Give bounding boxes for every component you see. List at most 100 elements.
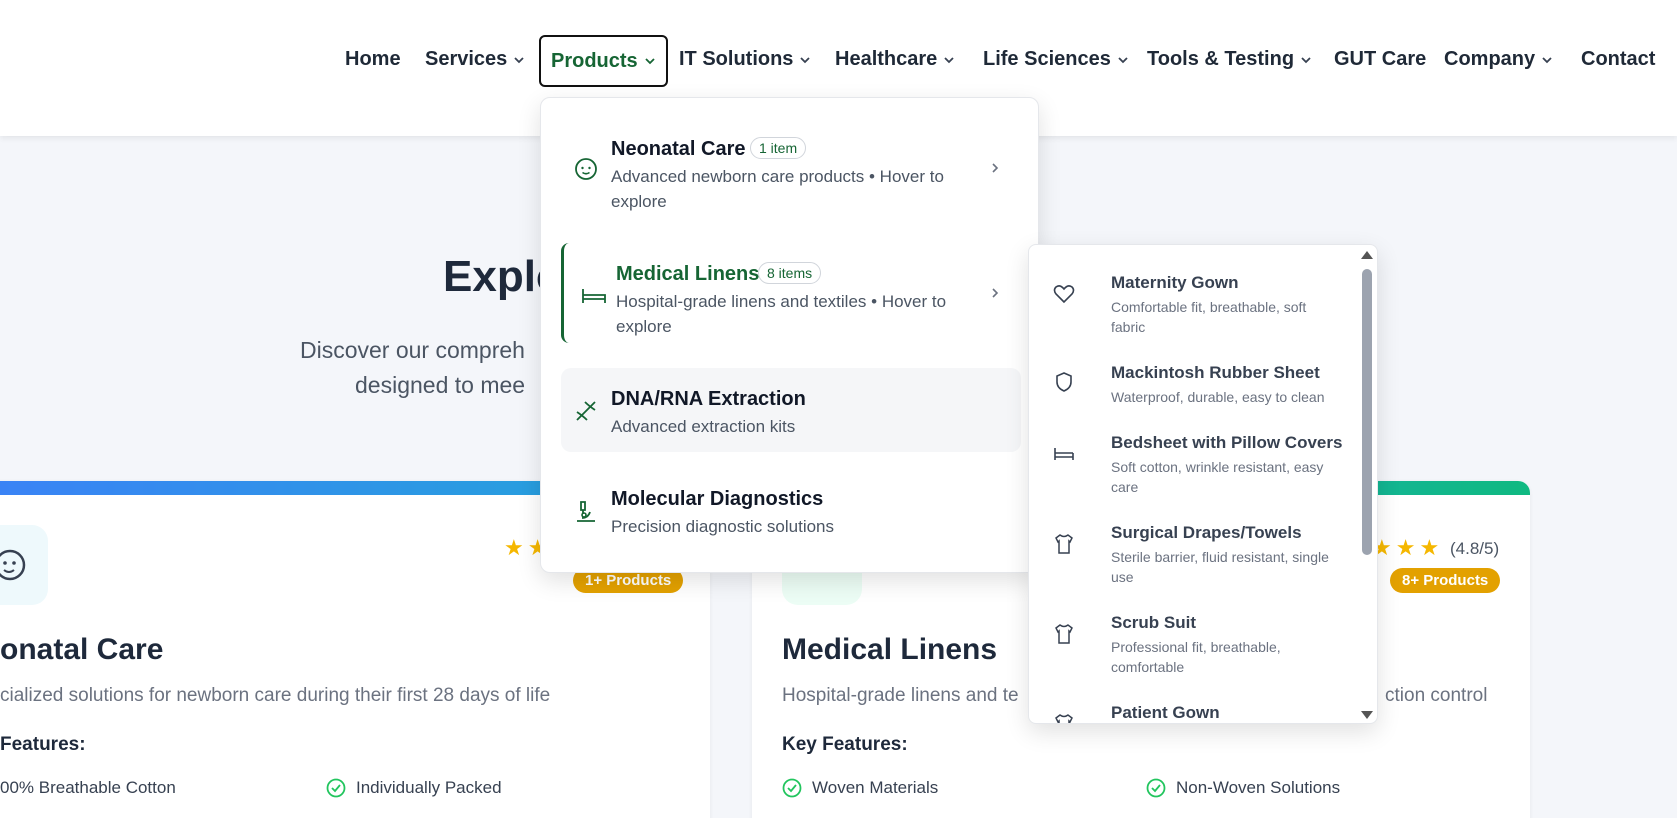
products-count-badge: 8+ Products	[1390, 568, 1501, 593]
card-title: onatal Care	[0, 633, 164, 666]
dropdown-item-title: Neonatal Care	[611, 138, 746, 160]
dropdown-item-desc: Precision diagnostic solutions	[611, 517, 835, 536]
card-description: Hospital-grade linens and te	[782, 685, 1019, 706]
submenu-item[interactable]: Surgical Drapes/Towels Sterile barrier, …	[1053, 523, 1333, 593]
nav-life-sciences-label: Life Sciences	[983, 48, 1111, 70]
shirt-icon	[1055, 714, 1073, 723]
nav-it-solutions[interactable]: IT Solutions	[679, 48, 811, 71]
chevron-right-icon	[992, 288, 999, 298]
nav-company-label: Company	[1444, 48, 1536, 70]
nav-contact[interactable]: Contact	[1581, 48, 1655, 71]
submenu-item-desc: Soft cotton, wrinkle resistant, easy car…	[1111, 459, 1324, 495]
baby-icon	[575, 158, 597, 180]
submenu-item-desc: Comfortable fit, breathable, soft fabric	[1111, 299, 1307, 335]
scrollbar-thumb[interactable]	[1362, 269, 1372, 555]
dropdown-item-medical-linens[interactable]: Medical Linens 8 items Hospital-grade li…	[561, 243, 1021, 343]
dropdown-item-title: Medical Linens	[616, 263, 760, 285]
nav-tools-testing[interactable]: Tools & Testing	[1147, 48, 1312, 71]
chevron-down-icon	[1118, 56, 1128, 63]
check-circle-icon	[1146, 778, 1166, 798]
submenu-item[interactable]: Mackintosh Rubber Sheet Waterproof, dura…	[1053, 363, 1333, 413]
dropdown-item-desc: Hospital-grade linens and textiles • Hov…	[616, 292, 947, 336]
scroll-down-arrow-icon[interactable]	[1361, 711, 1373, 719]
key-features-label: Key Features:	[782, 734, 908, 755]
chevron-down-icon	[1301, 56, 1311, 63]
submenu-item[interactable]: Bedsheet with Pillow Covers Soft cotton,…	[1053, 433, 1342, 503]
nav-company[interactable]: Company	[1444, 48, 1553, 71]
nav-home-label: Home	[345, 48, 401, 70]
dropdown-item-title: Molecular Diagnostics	[611, 488, 824, 510]
nav-life-sciences[interactable]: Life Sciences	[983, 48, 1129, 71]
key-features-label: Features:	[0, 734, 86, 755]
submenu-scrollbar[interactable]	[1359, 245, 1373, 723]
medical-linens-submenu[interactable]: Maternity Gown Comfortable fit, breathab…	[1028, 244, 1378, 724]
submenu-item-desc: Professional fit, breathable, comfortabl…	[1111, 639, 1281, 675]
nav-healthcare[interactable]: Healthcare	[835, 48, 955, 71]
feature-text: 00% Breathable Cotton	[0, 778, 176, 797]
submenu-item-title: Patient Gown	[1111, 703, 1220, 722]
rating-value: (4.8/5)	[1450, 539, 1500, 558]
submenu-item[interactable]: Patient Gown	[1053, 703, 1333, 723]
nav-gut-care-label: GUT Care	[1334, 48, 1427, 70]
card-description: cialized solutions for newborn care duri…	[0, 685, 551, 706]
nav-products-label: Products	[551, 49, 638, 72]
shirt-icon	[1055, 534, 1073, 554]
products-dropdown: Neonatal Care 1 item Advanced newborn ca…	[540, 97, 1039, 573]
dropdown-item-neonatal-care[interactable]: Neonatal Care 1 item Advanced newborn ca…	[561, 118, 1021, 218]
nav-services-label: Services	[425, 48, 508, 70]
bed-icon	[1054, 448, 1074, 460]
check-circle-icon	[782, 778, 802, 798]
card-title: Medical Linens	[782, 633, 998, 666]
nav-gut-care[interactable]: GUT Care	[1334, 48, 1426, 71]
feature-item: Non-Woven Solutions	[1146, 778, 1340, 798]
submenu-item-desc: Sterile barrier, fluid resistant, single…	[1111, 549, 1329, 585]
submenu-item-title: Maternity Gown	[1111, 273, 1239, 292]
feature-item: 00% Breathable Cotton	[0, 778, 176, 798]
chevron-down-icon	[514, 56, 524, 63]
nav-tools-testing-label: Tools & Testing	[1147, 48, 1295, 70]
chevron-down-icon	[944, 56, 954, 63]
nav-home[interactable]: Home	[345, 48, 401, 71]
shield-icon	[1056, 372, 1072, 392]
baby-icon	[0, 549, 26, 581]
scroll-up-arrow-icon[interactable]	[1361, 251, 1373, 259]
check-circle-icon	[326, 778, 346, 798]
nav-contact-label: Contact	[1581, 48, 1656, 70]
feature-text: Non-Woven Solutions	[1176, 778, 1341, 797]
microscope-icon	[577, 501, 595, 522]
chevron-right-icon	[992, 163, 999, 173]
rating-stars: ★★★	[1372, 535, 1444, 560]
dropdown-item-title: DNA/RNA Extraction	[611, 388, 806, 410]
feature-text: Woven Materials	[812, 778, 939, 797]
submenu-item[interactable]: Scrub Suit Professional fit, breathable,…	[1053, 613, 1333, 683]
baby-icon-box	[0, 525, 48, 605]
item-count-badge: 8 items	[758, 262, 822, 284]
dropdown-item-desc: Advanced newborn care products • Hover t…	[611, 167, 944, 211]
submenu-item-desc: Waterproof, durable, easy to clean	[1111, 389, 1325, 405]
chevron-down-icon	[645, 58, 655, 65]
dropdown-item-molecular-diagnostics[interactable]: Molecular Diagnostics Precision diagnost…	[561, 468, 1021, 552]
nav-services[interactable]: Services	[425, 48, 525, 71]
feature-text: Individually Packed	[356, 778, 502, 797]
dna-icon	[576, 401, 596, 421]
submenu-item-title: Scrub Suit	[1111, 613, 1197, 632]
hero-subtitle: Discover our compreh designed to mee	[300, 333, 560, 403]
shirt-icon	[1055, 624, 1073, 644]
submenu-item-title: Bedsheet with Pillow Covers	[1111, 433, 1343, 452]
chevron-down-icon	[1542, 56, 1552, 63]
nav-healthcare-label: Healthcare	[835, 48, 938, 70]
nav-products[interactable]: Products	[539, 35, 668, 87]
submenu-item-title: Surgical Drapes/Towels	[1111, 523, 1302, 542]
hero-subtitle-line2: designed to mee	[355, 372, 526, 398]
submenu-item-title: Mackintosh Rubber Sheet	[1111, 363, 1320, 382]
submenu-item[interactable]: Maternity Gown Comfortable fit, breathab…	[1053, 273, 1333, 343]
item-count-badge: 1 item	[750, 137, 807, 159]
chevron-down-icon	[800, 56, 811, 63]
feature-item: Woven Materials	[782, 778, 938, 798]
nav-it-solutions-label: IT Solutions	[679, 48, 794, 70]
hero-subtitle-line1: Discover our compreh	[300, 337, 525, 363]
heart-icon	[1053, 285, 1075, 304]
dropdown-item-dna-rna[interactable]: DNA/RNA Extraction Advanced extraction k…	[561, 368, 1021, 452]
feature-item: Individually Packed	[326, 778, 502, 798]
dropdown-item-desc: Advanced extraction kits	[611, 417, 796, 436]
